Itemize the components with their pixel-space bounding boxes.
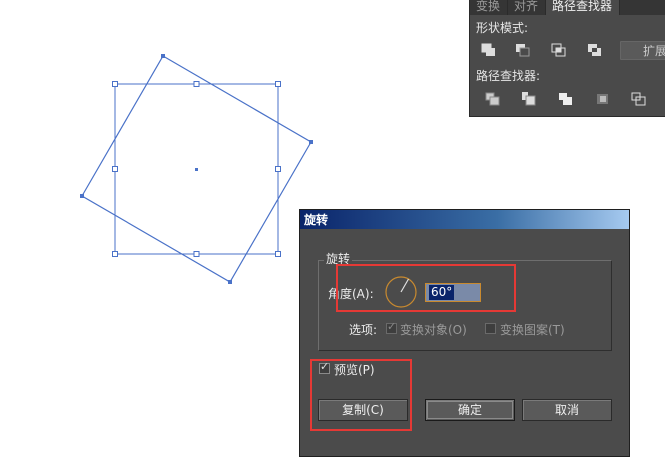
unite-icon[interactable] [480,42,498,58]
handle-bottom-right[interactable] [275,251,281,257]
handle-top-middle[interactable] [193,81,200,87]
handle-bottom-middle[interactable] [193,251,200,257]
tab-align[interactable]: 对齐 [508,0,546,15]
intersect-icon[interactable] [550,42,568,58]
transform-objects-label: 变换对象(O) [400,323,467,337]
dialog-titlebar[interactable]: 旋转 [300,210,629,229]
handle-top-right[interactable] [275,81,281,87]
merge-icon[interactable] [557,91,575,107]
pathfinders-label: 路径查找器: [476,69,541,83]
handle-middle-right[interactable] [275,166,281,172]
dialog-title: 旋转 [304,213,329,227]
tab-pathfinder[interactable]: 路径查找器 [546,0,620,15]
pathfinder-panel: 变换 对齐 路径查找器 形状模式: 扩展 路径查找器: [469,0,665,117]
handle-bottom-left[interactable] [112,251,118,257]
trim-icon[interactable] [520,91,538,107]
cancel-button[interactable]: 取消 [522,399,612,421]
shape-modes-label: 形状模式: [476,21,529,35]
highlight-angle [336,264,516,312]
divide-icon[interactable] [484,91,502,107]
expand-button[interactable]: 扩展 [620,41,665,60]
options-label: 选项: [349,323,378,337]
bounding-box[interactable] [112,81,281,257]
transform-patterns-label: 变换图案(T) [500,323,565,337]
ok-button[interactable]: 确定 [425,399,515,421]
handle-middle-left[interactable] [112,166,118,172]
highlight-preview-copy [310,359,412,431]
center-point [195,168,198,171]
transform-patterns-checkbox[interactable] [485,323,496,334]
tab-transform[interactable]: 变换 [470,0,508,15]
minus-front-icon[interactable] [514,42,532,58]
outline-icon[interactable] [630,91,648,107]
transform-objects-checkbox[interactable] [386,320,397,334]
exclude-icon[interactable] [586,42,604,58]
crop-icon[interactable] [594,91,612,107]
panel-tabs: 变换 对齐 路径查找器 [470,0,665,15]
handle-top-left[interactable] [112,81,118,87]
